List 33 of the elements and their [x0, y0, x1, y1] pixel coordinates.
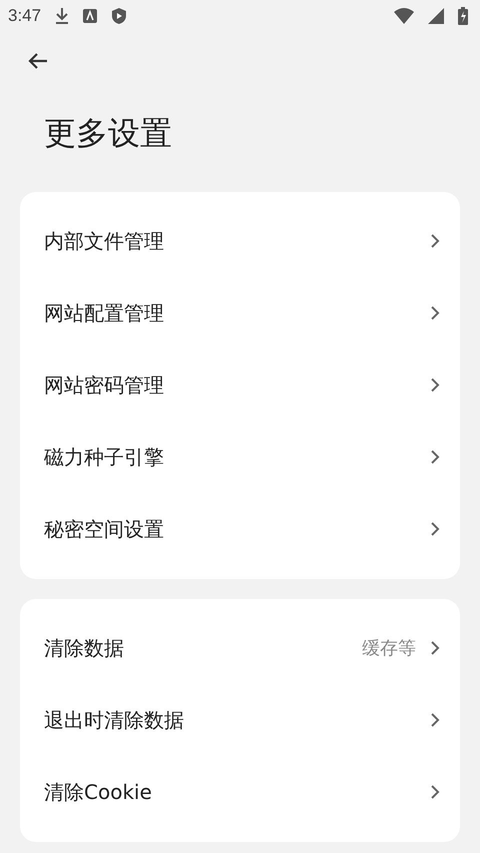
setting-label: 秘密空间设置 [44, 516, 165, 543]
settings-row[interactable]: 清除数据 缓存等 [20, 612, 460, 684]
chevron-icon [430, 377, 440, 394]
settings-row[interactable]: 网站密码管理 [20, 349, 460, 422]
settings-row[interactable]: 网站配置管理 [20, 277, 460, 350]
setting-label: 清除数据 [44, 634, 125, 662]
chevron-icon [430, 233, 440, 250]
setting-label: 清除Cookie [44, 778, 153, 806]
setting-label: 网站配置管理 [44, 300, 165, 327]
settings-row[interactable]: 磁力种子引擎 [20, 421, 460, 494]
download-icon [55, 7, 70, 25]
chevron-icon [430, 712, 440, 728]
settings-row[interactable]: 退出时清除数据 [20, 684, 460, 756]
app-icon [83, 9, 98, 23]
setting-label: 内部文件管理 [44, 228, 165, 255]
page-title: 更多设置 [44, 114, 173, 152]
setting-label: 磁力种子引擎 [44, 444, 165, 471]
signal-icon [428, 8, 444, 24]
battery-icon [458, 7, 468, 25]
setting-value: 缓存等 [362, 637, 416, 660]
settings-row[interactable]: 清除Cookie [20, 756, 460, 828]
chevron-icon [430, 305, 440, 322]
chevron-icon [430, 784, 440, 800]
chevron-icon [430, 640, 440, 656]
shield-icon [111, 7, 128, 25]
settings-row[interactable]: 内部文件管理 [20, 205, 460, 278]
chevron-icon [430, 449, 440, 466]
setting-label: 退出时清除数据 [44, 706, 185, 734]
settings-row[interactable]: 秘密空间设置 [20, 493, 460, 566]
chevron-icon [430, 521, 440, 538]
setting-label: 网站密码管理 [44, 372, 165, 399]
status-time: 3:47 [8, 6, 42, 26]
wifi-icon [394, 8, 414, 24]
